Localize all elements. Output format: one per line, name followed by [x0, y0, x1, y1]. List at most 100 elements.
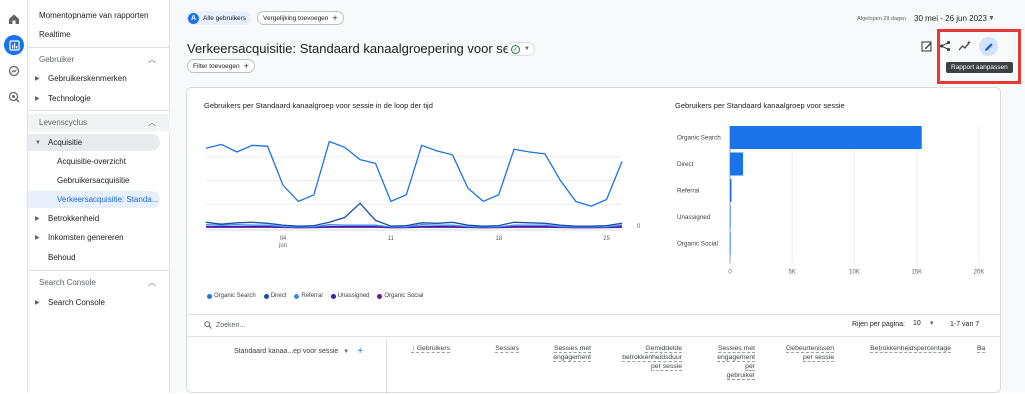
line-chart[interactable]: 04jun 11 18 25 0: [187, 128, 647, 248]
column-header-label: Gemiddelde betrokkenheidsduur per sessie: [622, 345, 682, 371]
nav-item-label: Behoud: [48, 253, 76, 262]
column-header-label: Ba: [977, 345, 986, 353]
report-status-dropdown[interactable]: ✓ ▼: [507, 42, 535, 56]
nav-item-label: Gebruikersacquisitie: [57, 176, 130, 185]
edit-comparisons-icon[interactable]: [919, 38, 935, 54]
advertising-icon[interactable]: [5, 88, 23, 106]
legend-item[interactable]: Direct: [263, 293, 287, 299]
column-header-label: Sessies: [495, 345, 519, 353]
page-title: Verkeersacquisitie: Standaard kanaalgroe…: [187, 41, 534, 56]
column-header-sessions[interactable]: Sessies: [495, 344, 519, 353]
legend-label: Unassigned: [337, 293, 370, 299]
nav-divider: [28, 110, 170, 111]
comparison-chip-all-users[interactable]: A Alle gebruikers: [186, 11, 251, 25]
nav-item-label: Acquisitie-overzicht: [57, 157, 126, 166]
search-input[interactable]: Zoeken...: [216, 322, 245, 329]
nav-item-acquisition[interactable]: ▼ Acquisitie: [28, 134, 160, 151]
legend-item[interactable]: Unassigned: [330, 293, 370, 299]
column-header-label: Sessies met engagement: [553, 345, 591, 362]
date-range-label: Afgelopen 28 dagen: [857, 16, 907, 22]
nav-item-user-acquisition[interactable]: Gebruikersacquisitie: [28, 172, 170, 189]
bar-category-label: Organic Social: [677, 241, 718, 248]
add-comparison-label: Vergelijking toevoegen: [263, 14, 329, 22]
table-divider: [187, 336, 1000, 337]
y-tick-label: 0: [637, 224, 641, 230]
series-line-direct: [205, 202, 623, 227]
x-tick-label: 18: [495, 236, 502, 242]
bar-chart[interactable]: Organic Search Direct Referral Unassigned Or…: [672, 123, 992, 293]
add-filter-button[interactable]: Filter toevoegen +: [187, 59, 255, 73]
caret-right-icon: ▶: [35, 235, 40, 241]
x-tick-label: 04: [280, 236, 287, 242]
caret-right-icon: ▶: [35, 96, 40, 102]
legend-swatch: [294, 293, 300, 299]
column-header-label: Gebeurtenissen per sessie: [786, 345, 834, 362]
bar-organic-social: [730, 232, 731, 255]
bar-organic-search: [730, 126, 922, 149]
add-comparison-button[interactable]: Vergelijking toevoegen +: [257, 11, 344, 25]
line-chart-title: Gebruikers per Standaard kanaalgroep voo…: [204, 101, 433, 110]
nav-item-label: Momentopname van rapporten: [39, 11, 149, 20]
bar-referral: [730, 179, 732, 202]
comparison-chip-label: Alle gebruikers: [203, 14, 246, 22]
nav-item-label: Verkeersacquisitie: Standa...: [57, 195, 159, 204]
table-search[interactable]: Zoeken...: [204, 321, 245, 329]
table-divider: [187, 314, 1000, 315]
legend-item[interactable]: Referral: [294, 293, 323, 299]
explore-icon[interactable]: [5, 62, 23, 80]
dimension-header[interactable]: Standaard kanaa...ep voor sessie ▼ +: [234, 346, 363, 357]
nav-section-search-console[interactable]: Search Console ︿: [28, 274, 170, 291]
column-header-label: Betrokkenheidspercentage: [870, 345, 951, 353]
rows-per-page-label: Rijen per pagina:: [852, 321, 905, 328]
x-tick-label: jun: [278, 243, 287, 248]
caret-right-icon: ▶: [35, 300, 40, 306]
x-tick-label: 20K: [974, 270, 985, 276]
column-header-users[interactable]: ↓ Gebruikers: [411, 344, 450, 353]
nav-item-technology[interactable]: ▶ Technologie: [28, 90, 170, 107]
nav-item-traffic-acquisition[interactable]: Verkeersacquisitie: Standa...: [28, 191, 160, 208]
nav-item-label: Search Console: [48, 298, 105, 307]
avatar: A: [188, 12, 199, 24]
nav-section-label: Gebruiker: [39, 55, 75, 64]
nav-item-acquisition-overview[interactable]: Acquisitie-overzicht: [28, 153, 170, 170]
nav-section-user[interactable]: Gebruiker ︿: [28, 51, 170, 68]
rows-per-page-select[interactable]: 10 ▼: [913, 320, 935, 327]
reports-icon[interactable]: [4, 35, 24, 55]
caret-down-icon: ▼: [524, 46, 530, 52]
date-range-picker[interactable]: 30 mei - 26 jun 2023: [914, 14, 987, 23]
legend-item[interactable]: Organic Social: [377, 293, 423, 299]
chevron-up-icon: ︿: [148, 278, 156, 287]
home-icon[interactable]: [5, 10, 23, 28]
column-header-avg-engagement-time[interactable]: Gemiddelde betrokkenheidsduur per sessie: [622, 344, 682, 371]
x-tick-label: 0: [728, 270, 732, 276]
nav-item-label: Gebruikerskenmerken: [48, 74, 127, 83]
caret-right-icon: ▶: [35, 216, 40, 222]
caret-down-icon: ▼: [35, 139, 41, 146]
column-header-engagement-rate[interactable]: Betrokkenheidspercentage: [870, 344, 951, 353]
nav-item-user-attributes[interactable]: ▶ Gebruikerskenmerken: [28, 70, 170, 87]
bar-chart-title: Gebruikers per Standaard kanaalgroep voo…: [675, 101, 845, 110]
column-header-bounce-rate[interactable]: Ba: [977, 344, 986, 353]
caret-down-icon[interactable]: ▼: [988, 15, 995, 22]
nav-item-retention[interactable]: Behoud: [28, 249, 170, 266]
legend-item[interactable]: Organic Search: [207, 293, 256, 299]
nav-item-realtime[interactable]: Realtime: [28, 26, 170, 43]
nav-item-monetization[interactable]: ▶ Inkomsten genereren: [28, 229, 170, 246]
legend-label: Direct: [270, 293, 287, 299]
column-header-events-per-session[interactable]: Gebeurtenissen per sessie: [786, 344, 834, 362]
caret-down-icon: ▼: [343, 348, 350, 355]
nav-divider: [28, 270, 170, 271]
column-header-engaged-sessions-per-user[interactable]: Sessies met engagement per gebruiker: [717, 344, 755, 380]
series-line-organic-search: [205, 140, 623, 207]
column-header-label: Sessies met engagement per gebruiker: [717, 345, 755, 380]
nav-section-lifecycle[interactable]: Levenscyclus ︿: [28, 114, 170, 131]
nav-divider: [28, 47, 170, 48]
nav-item-search-console[interactable]: ▶ Search Console: [28, 294, 170, 311]
column-header-engaged-sessions[interactable]: Sessies met engagement: [553, 344, 591, 362]
x-tick-label: 5K: [789, 270, 796, 276]
nav-item-snapshot[interactable]: Momentopname van rapporten: [28, 7, 170, 24]
add-dimension-icon[interactable]: +: [357, 346, 363, 357]
nav-item-engagement[interactable]: ▶ Betrokkenheid: [28, 210, 170, 227]
report-card: Gebruikers per Standaard kanaalgroep voo…: [186, 87, 1001, 394]
bar-category-label: Direct: [677, 161, 694, 168]
